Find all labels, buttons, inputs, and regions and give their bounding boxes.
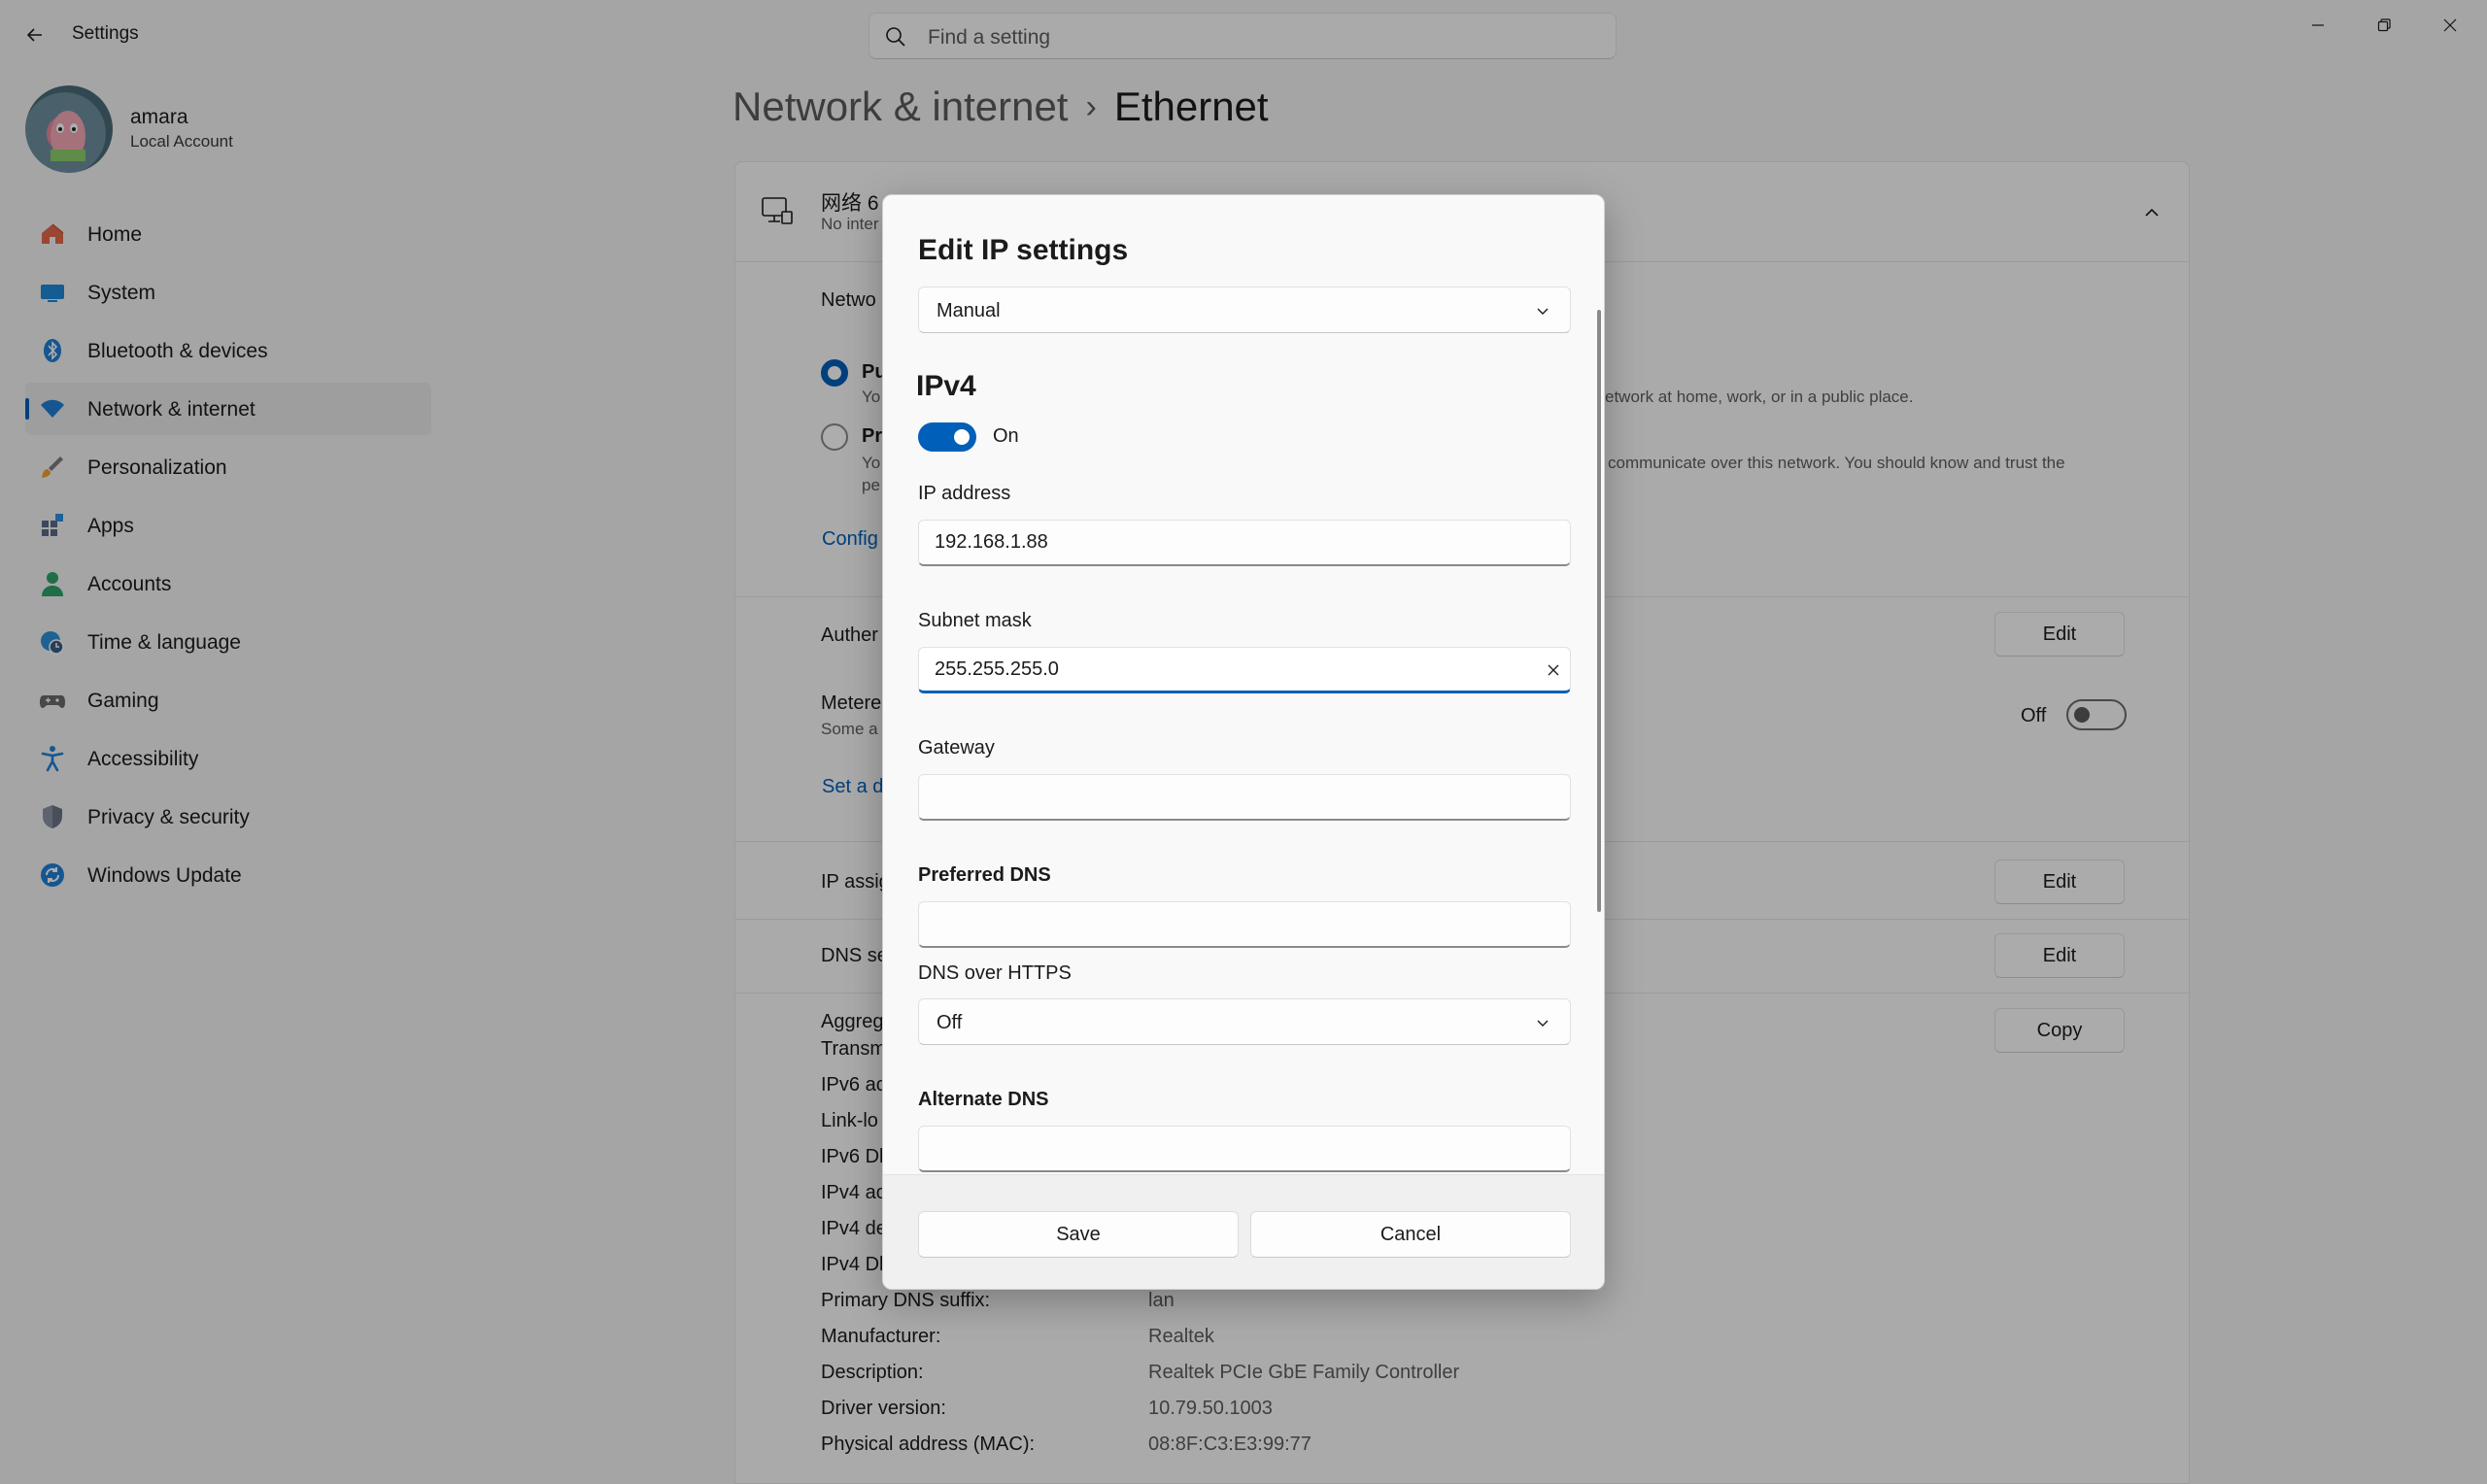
ip-mode-value: Manual xyxy=(937,300,1001,321)
edit-ip-dialog: Edit IP settings Manual IPv4 On IP addre… xyxy=(882,194,1605,1290)
dialog-title: Edit IP settings xyxy=(918,234,1129,266)
chevron-down-icon xyxy=(1537,1020,1549,1027)
alternate-dns-label: Alternate DNS xyxy=(918,1089,1049,1110)
ip-address-input[interactable] xyxy=(918,520,1571,566)
subnet-mask-label: Subnet mask xyxy=(918,610,1032,631)
save-button[interactable]: Save xyxy=(918,1211,1239,1258)
ip-address-label: IP address xyxy=(918,483,1011,504)
dns-over-https-value: Off xyxy=(937,1012,963,1033)
dialog-footer: Save Cancel xyxy=(883,1174,1604,1289)
subnet-mask-field xyxy=(883,647,1604,693)
dns-over-https-label: DNS over HTTPS xyxy=(918,962,1072,984)
ipv4-toggle-label: On xyxy=(993,425,1019,447)
clear-button[interactable] xyxy=(1536,647,1571,693)
chevron-down-icon xyxy=(1537,308,1549,315)
alternate-dns-input[interactable] xyxy=(918,1126,1571,1172)
gateway-input[interactable] xyxy=(918,774,1571,821)
gateway-label: Gateway xyxy=(918,737,995,759)
subnet-mask-input[interactable] xyxy=(918,647,1571,693)
preferred-dns-label: Preferred DNS xyxy=(918,864,1051,886)
close-icon xyxy=(1548,664,1559,676)
ipv4-toggle[interactable] xyxy=(918,422,976,452)
dns-over-https-select[interactable]: Off xyxy=(918,998,1571,1045)
dialog-scroll-area[interactable]: Edit IP settings Manual IPv4 On IP addre… xyxy=(883,195,1604,1174)
ip-mode-select[interactable]: Manual xyxy=(918,287,1571,333)
dialog-scrollbar[interactable] xyxy=(1597,310,1601,912)
ipv4-heading: IPv4 xyxy=(916,370,976,402)
preferred-dns-input[interactable] xyxy=(918,901,1571,948)
cancel-button[interactable]: Cancel xyxy=(1250,1211,1571,1258)
